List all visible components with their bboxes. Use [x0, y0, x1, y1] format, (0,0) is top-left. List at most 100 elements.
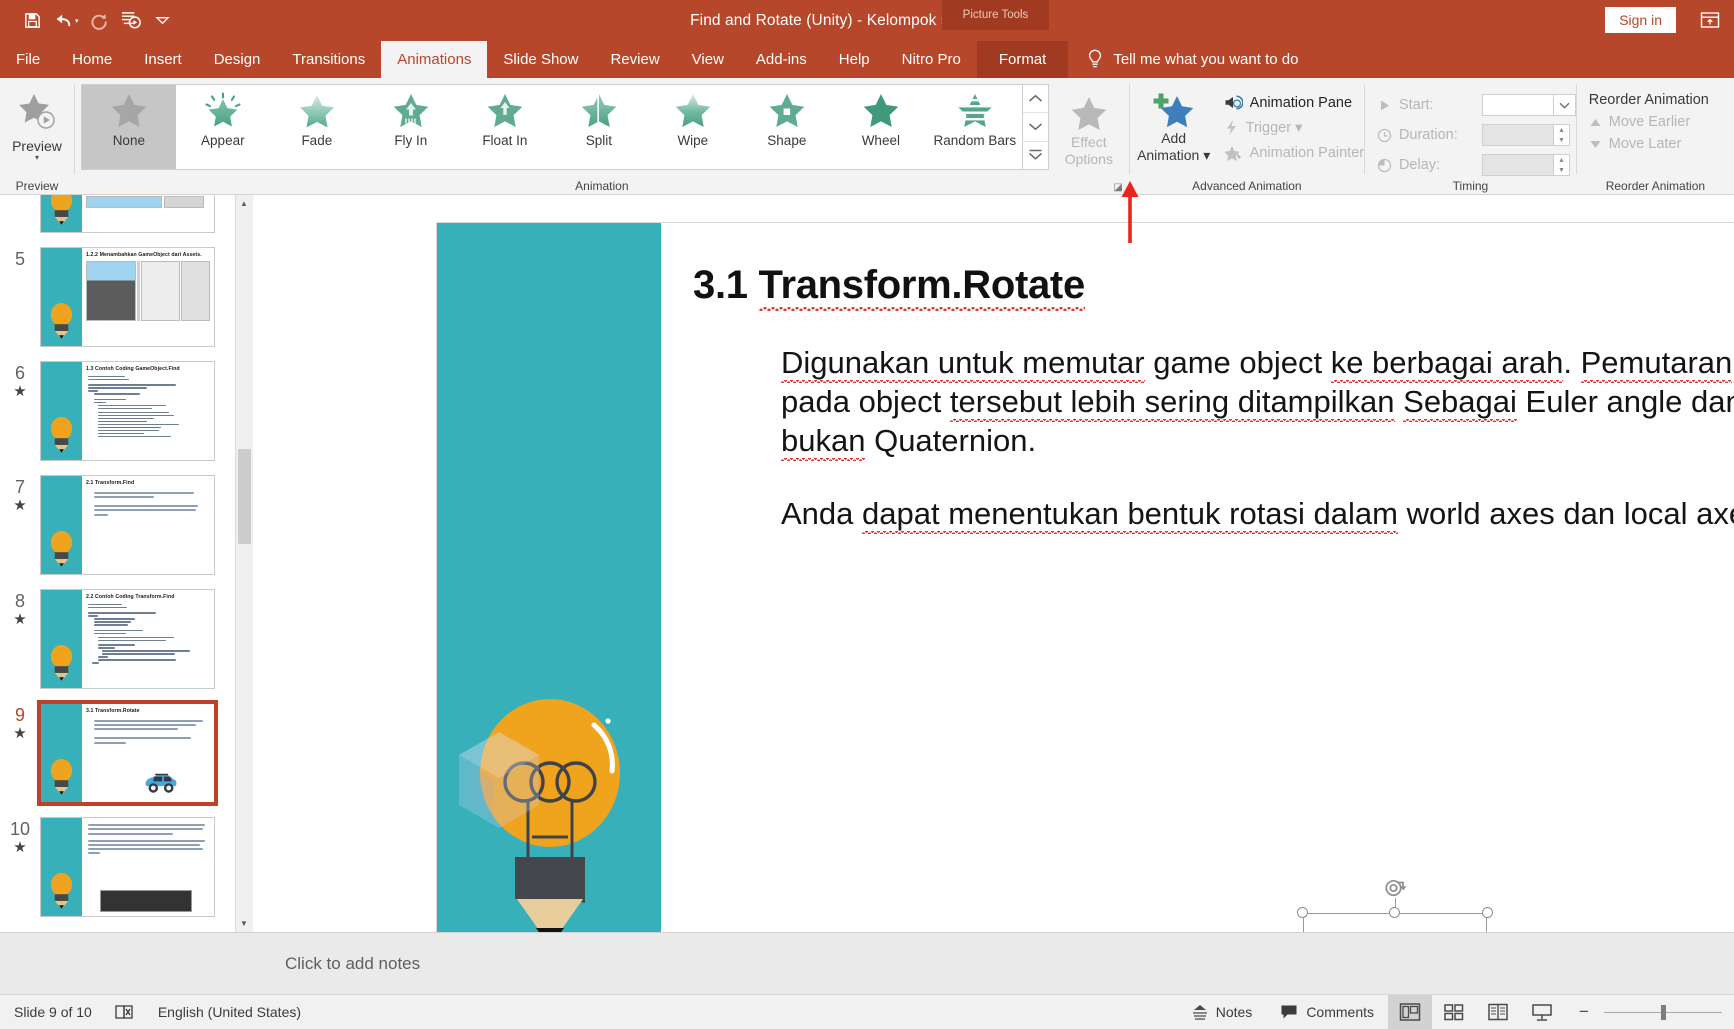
thumbnail-row[interactable]: 5 1.2.2 Menambahkan GameObject dari Asse… — [0, 233, 235, 347]
slide-thumbnail-7[interactable]: 2.1 Transform.Find — [40, 475, 215, 575]
tab-design[interactable]: Design — [198, 41, 277, 78]
animation-none[interactable]: None — [81, 85, 176, 169]
notes-placeholder[interactable]: Click to add notes — [285, 954, 420, 974]
thumbnail-row[interactable]: 7 ★ 2.1 Transform.Find — [0, 461, 235, 575]
slide-thumbnail-5[interactable]: 1.2.2 Menambahkan GameObject dari Assets… — [40, 247, 215, 347]
trigger-button[interactable]: Trigger ▾ — [1224, 119, 1364, 136]
stepper-down[interactable]: ▼ — [1554, 135, 1569, 145]
timing-delay-input[interactable] — [1481, 154, 1554, 176]
scroll-down-arrow[interactable]: ▼ — [235, 915, 253, 932]
normal-view-button[interactable] — [1388, 994, 1432, 1029]
scroll-up-arrow[interactable]: ▲ — [235, 195, 253, 212]
slide-thumbnail-4[interactable] — [40, 195, 215, 233]
gallery-scroll-down-button[interactable] — [1022, 112, 1048, 140]
zoom-slider[interactable] — [1604, 995, 1722, 1029]
animation-pane-button[interactable]: Animation Pane — [1224, 94, 1364, 111]
gallery-more-button[interactable] — [1022, 140, 1048, 169]
language-indicator[interactable]: English (United States) — [158, 1004, 301, 1020]
animation-random-bars[interactable]: Random Bars — [928, 85, 1022, 169]
tab-review[interactable]: Review — [594, 41, 675, 78]
animation-painter-button[interactable]: Animation Painter — [1223, 144, 1364, 161]
stepper-down-2[interactable]: ▼ — [1554, 165, 1569, 175]
timing-start-combo[interactable] — [1481, 94, 1576, 116]
slide-thumbnail-10[interactable] — [40, 817, 215, 917]
ribbon-display-options-icon[interactable] — [1698, 9, 1722, 31]
animation-star-indicator[interactable]: ★ — [13, 840, 26, 855]
scrollbar-thumb[interactable] — [237, 449, 251, 544]
slide-thumbnail-9[interactable]: 3.1 Transform.Rotate — [37, 700, 218, 806]
animation-star-indicator[interactable]: ★ — [13, 726, 26, 741]
timing-duration-spinner[interactable]: ▲ ▼ — [1481, 124, 1570, 146]
tab-home[interactable]: Home — [56, 41, 128, 78]
notes-pane[interactable]: Click to add notes — [0, 932, 1734, 994]
redo-icon[interactable] — [83, 6, 115, 36]
slide-sorter-button[interactable] — [1432, 995, 1476, 1029]
duration-stepper[interactable]: ▲ ▼ — [1553, 124, 1570, 146]
tab-nitro-pro[interactable]: Nitro Pro — [886, 41, 977, 78]
timing-duration-input[interactable] — [1481, 124, 1554, 146]
thumbnail-row[interactable]: 4 — [0, 195, 235, 233]
thumbnail-row[interactable]: 10 ★ — [0, 803, 235, 917]
slide-thumbnail-8[interactable]: 2.2 Contoh Coding Transform.Find — [40, 589, 215, 689]
thumbnail-row[interactable]: 6 ★ 1.3 Contoh Coding GameObject.Find — [0, 347, 235, 461]
animation-star-indicator[interactable]: ★ — [13, 384, 26, 399]
resize-handle-top-left[interactable] — [1297, 907, 1308, 918]
move-earlier-button[interactable]: Move Earlier — [1589, 114, 1709, 130]
effect-options-button[interactable]: Effect Options — [1049, 84, 1129, 168]
reading-view-button[interactable] — [1476, 995, 1520, 1029]
thumbnail-scrollbar[interactable]: ▲ ▼ — [235, 195, 253, 932]
tell-me-search[interactable]: Tell me what you want to do — [1086, 41, 1298, 78]
animation-star-indicator[interactable]: ★ — [13, 498, 26, 513]
tab-transitions[interactable]: Transitions — [276, 41, 381, 78]
animation-split[interactable]: Split — [552, 85, 646, 169]
customize-qat-icon[interactable] — [147, 6, 179, 36]
animation-appear[interactable]: Appear — [176, 85, 270, 169]
resize-handle-top-right[interactable] — [1482, 907, 1493, 918]
tab-format[interactable]: Format — [976, 41, 1069, 78]
tab-animations[interactable]: Animations — [381, 41, 488, 78]
selected-picture[interactable] — [1297, 879, 1493, 932]
slide-thumbnail-6[interactable]: 1.3 Contoh Coding GameObject.Find — [40, 361, 215, 461]
slide-canvas[interactable]: 3.1 Transform.Rotate Digunakan untuk mem… — [253, 195, 1734, 932]
delay-stepper[interactable]: ▲ ▼ — [1553, 154, 1570, 176]
notes-button[interactable]: Notes — [1177, 995, 1267, 1029]
slide-body-text[interactable]: Digunakan untuk memutar game object ke b… — [781, 343, 1734, 533]
scrollbar-track[interactable] — [235, 212, 253, 915]
slide-show-button[interactable] — [1520, 995, 1564, 1029]
sign-in-button[interactable]: Sign in — [1605, 7, 1676, 33]
tab-help[interactable]: Help — [823, 41, 886, 78]
preview-dropdown-icon[interactable]: ▾ — [35, 154, 39, 162]
start-presentation-icon[interactable] — [115, 6, 147, 36]
resize-handle-top-center[interactable] — [1389, 907, 1400, 918]
slide-title[interactable]: 3.1 Transform.Rotate — [693, 263, 1085, 308]
animation-fade[interactable]: Fade — [270, 85, 364, 169]
timing-start-input[interactable] — [1481, 94, 1554, 116]
tab-file[interactable]: File — [0, 41, 56, 78]
slide-indicator[interactable]: Slide 9 of 10 — [14, 1004, 92, 1020]
timing-delay-spinner[interactable]: ▲ ▼ — [1481, 154, 1570, 176]
stepper-up-2[interactable]: ▲ — [1554, 155, 1569, 165]
slide-thumbnail-list[interactable]: 4 — [0, 195, 235, 932]
zoom-out-button[interactable]: − — [1574, 1002, 1594, 1022]
move-later-button[interactable]: Move Later — [1589, 136, 1709, 152]
tab-view[interactable]: View — [676, 41, 740, 78]
chevron-down-icon[interactable] — [1553, 94, 1576, 116]
rotate-handle-icon[interactable] — [1384, 877, 1406, 899]
tab-slide-show[interactable]: Slide Show — [487, 41, 594, 78]
animation-wheel[interactable]: Wheel — [834, 85, 928, 169]
animation-wipe[interactable]: Wipe — [646, 85, 740, 169]
add-animation-button[interactable]: Add Animation ▾ — [1130, 84, 1218, 164]
tab-insert[interactable]: Insert — [128, 41, 198, 78]
animation-float-in[interactable]: Float In — [458, 85, 552, 169]
undo-dropdown-icon[interactable]: ▾ — [75, 17, 83, 25]
current-slide[interactable]: 3.1 Transform.Rotate Digunakan untuk mem… — [437, 223, 1734, 932]
thumbnail-row-active[interactable]: 9 ★ 3.1 Transform.Rotate — [0, 689, 235, 806]
tab-add-ins[interactable]: Add-ins — [740, 41, 823, 78]
animation-star-indicator[interactable]: ★ — [13, 612, 26, 627]
zoom-knob[interactable] — [1661, 1004, 1666, 1020]
gallery-scroll-up-button[interactable] — [1023, 85, 1048, 112]
animation-shape[interactable]: Shape — [740, 85, 834, 169]
preview-button[interactable]: Preview ▾ — [0, 84, 74, 162]
spellcheck-error-icon[interactable] — [114, 1003, 136, 1021]
comments-button[interactable]: Comments — [1266, 995, 1388, 1029]
